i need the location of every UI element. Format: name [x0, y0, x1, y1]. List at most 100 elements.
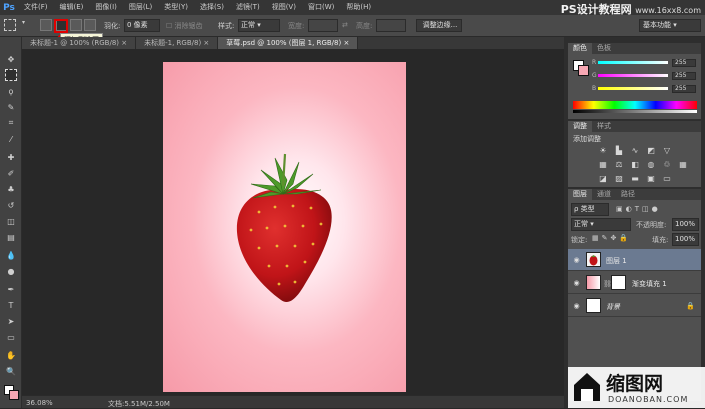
green-value[interactable]: 255 — [672, 72, 696, 80]
tab-color[interactable]: 颜色 — [568, 43, 592, 54]
gray-ramp[interactable] — [573, 110, 697, 113]
red-slider[interactable]: R 255 — [592, 59, 698, 67]
channel-mixer-icon[interactable]: ♲ — [662, 159, 672, 169]
layer-name[interactable]: 背景 — [606, 302, 620, 312]
invert-icon[interactable]: ◪ — [598, 173, 608, 183]
tab-channels[interactable]: 通道 — [592, 189, 616, 200]
blend-mode-select[interactable]: 正常 ▾ — [571, 218, 631, 231]
zoom-level[interactable]: 36.08% — [26, 399, 53, 407]
workspace-select[interactable]: 基本功能 ▾ — [639, 19, 701, 32]
history-brush-icon[interactable]: ↺ — [5, 199, 17, 211]
brush-tool-icon[interactable]: ✐ — [5, 167, 17, 179]
feather-input[interactable]: 0 像素 — [124, 19, 160, 32]
layer-row-strawberry[interactable]: ◉ 图层 1 — [568, 249, 701, 271]
gradient-tool-icon[interactable]: ▤ — [5, 231, 17, 243]
selective-color-icon[interactable]: ▣ — [646, 173, 656, 183]
hue-sat-icon[interactable]: ▦ — [598, 159, 608, 169]
photo-filter-icon[interactable]: ◍ — [646, 159, 656, 169]
rectangle-tool-icon[interactable]: ▭ — [5, 331, 17, 343]
antialias-checkbox[interactable]: ☐ 消除锯齿 — [166, 21, 203, 31]
refine-edge-button[interactable]: 调整边缘... — [416, 19, 462, 32]
quick-select-tool-icon[interactable]: ✎ — [5, 101, 17, 113]
blur-tool-icon[interactable]: 💧 — [5, 249, 17, 261]
style-select-value: 正常 — [241, 21, 255, 29]
posterize-icon[interactable]: ▨ — [614, 173, 624, 183]
tab-layers[interactable]: 图层 — [568, 189, 592, 200]
menu-file[interactable]: 文件(F) — [18, 0, 54, 15]
blue-track[interactable] — [598, 87, 668, 90]
healing-brush-icon[interactable]: ✚ — [5, 151, 17, 163]
type-tool-icon[interactable]: T — [5, 299, 17, 311]
menu-layer[interactable]: 图层(L) — [123, 0, 158, 15]
lock-icons[interactable]: ▦✎✥🔒 — [592, 234, 631, 242]
visibility-eye-icon[interactable]: ◉ — [572, 302, 581, 310]
background-color-swatch[interactable] — [9, 390, 19, 400]
layer-mask-thumbnail[interactable] — [611, 275, 626, 290]
layer-kind-filter[interactable]: ρ 类型 — [571, 203, 609, 216]
dodge-tool-icon[interactable]: ● — [5, 265, 17, 277]
layer-row-gradient-fill[interactable]: ◉ ⛓ 渐变填充 1 — [568, 272, 701, 294]
layer-name[interactable]: 图层 1 — [606, 256, 627, 266]
marquee-tool-preset-icon[interactable] — [4, 19, 16, 31]
doc-tab-1[interactable]: 未标题-1 @ 100% (RGB/8) × — [22, 37, 137, 49]
fill-input[interactable]: 100% — [672, 233, 699, 246]
eraser-tool-icon[interactable]: ◫ — [5, 215, 17, 227]
curves-icon[interactable]: ∿ — [630, 145, 640, 155]
tab-swatches[interactable]: 色板 — [592, 43, 616, 54]
menu-select[interactable]: 选择(S) — [194, 0, 230, 15]
menu-edit[interactable]: 编辑(E) — [54, 0, 90, 15]
menu-filter[interactable]: 滤镜(T) — [230, 0, 266, 15]
visibility-eye-icon[interactable]: ◉ — [572, 279, 581, 287]
layer-name[interactable]: 渐变填充 1 — [632, 279, 667, 289]
layer-row-background[interactable]: ◉ 背景 🔒 — [568, 295, 701, 317]
pen-tool-icon[interactable]: ✒ — [5, 283, 17, 295]
visibility-eye-icon[interactable]: ◉ — [572, 256, 581, 264]
color-lookup-icon[interactable]: ▦ — [678, 159, 688, 169]
path-select-tool-icon[interactable]: ➤ — [5, 315, 17, 327]
zoom-tool-icon[interactable]: 🔍 — [5, 365, 17, 377]
threshold-icon[interactable]: ▬ — [630, 173, 640, 183]
color-balance-icon[interactable]: ⚖ — [614, 159, 624, 169]
blue-slider[interactable]: B 255 — [592, 85, 698, 93]
blue-value[interactable]: 255 — [672, 85, 696, 93]
menu-type[interactable]: 类型(Y) — [158, 0, 194, 15]
brightness-icon[interactable]: ☀ — [598, 145, 608, 155]
document-canvas[interactable] — [163, 62, 406, 392]
tab-paths[interactable]: 路径 — [616, 189, 640, 200]
opacity-input[interactable]: 100% — [672, 218, 699, 231]
intersect-selection-icon[interactable] — [84, 19, 96, 31]
vibrance-icon[interactable]: ▽ — [662, 145, 672, 155]
tab-adjustments[interactable]: 调整 — [568, 121, 592, 132]
menu-window[interactable]: 窗口(W) — [302, 0, 340, 15]
subtract-selection-icon[interactable] — [70, 19, 82, 31]
swap-icon[interactable]: ⇄ — [342, 21, 348, 29]
layer-filter-icons[interactable]: ▣◐T◫● — [616, 205, 661, 213]
green-slider[interactable]: G 255 — [592, 72, 698, 80]
menu-view[interactable]: 视图(V) — [266, 0, 302, 15]
doc-tab-strawberry[interactable]: 草莓.psd @ 100% (图层 1, RGB/8) × — [218, 37, 359, 49]
black-white-icon[interactable]: ◧ — [630, 159, 640, 169]
menu-image[interactable]: 图像(I) — [89, 0, 123, 15]
height-input[interactable] — [376, 19, 406, 32]
red-value[interactable]: 255 — [672, 59, 696, 67]
lasso-tool-icon[interactable]: ϙ — [5, 85, 17, 97]
green-track[interactable] — [598, 74, 668, 77]
crop-tool-icon[interactable]: ⌗ — [5, 117, 17, 129]
tab-styles[interactable]: 样式 — [592, 121, 616, 132]
style-select[interactable]: 正常 ▾ — [238, 19, 280, 32]
eyedropper-tool-icon[interactable]: ⁄ — [5, 133, 17, 145]
marquee-tool-icon[interactable] — [5, 69, 17, 81]
move-tool-icon[interactable]: ✥ — [5, 53, 17, 65]
gradient-thumbnail[interactable] — [586, 275, 601, 290]
gradient-map-icon[interactable]: ▭ — [662, 173, 672, 183]
width-input[interactable] — [308, 19, 338, 32]
levels-icon[interactable]: ▙ — [614, 145, 624, 155]
exposure-icon[interactable]: ◩ — [646, 145, 656, 155]
red-track[interactable] — [598, 61, 668, 64]
bg-color-chip[interactable] — [578, 65, 589, 76]
stamp-tool-icon[interactable]: ♣ — [5, 183, 17, 195]
hand-tool-icon[interactable]: ✋ — [5, 349, 17, 361]
doc-tab-2[interactable]: 未标题-1, RGB/8) × — [136, 37, 219, 49]
menu-help[interactable]: 帮助(H) — [340, 0, 377, 15]
color-spectrum[interactable] — [573, 101, 697, 109]
